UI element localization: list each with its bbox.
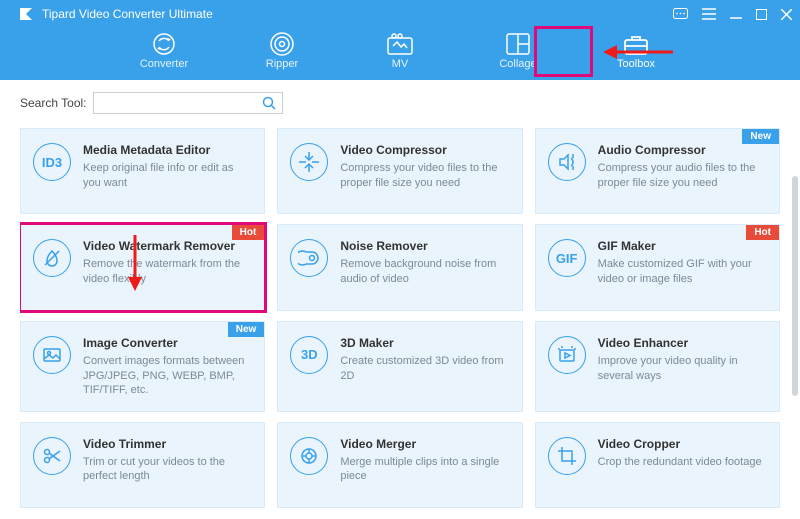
scrollbar[interactable] <box>792 176 798 476</box>
nav-label: Converter <box>140 58 188 70</box>
tools-grid: ID3 Media Metadata Editor Keep original … <box>20 128 780 508</box>
card-noise-remover[interactable]: Noise Remover Remove background noise fr… <box>277 224 522 310</box>
nav-label: Toolbox <box>617 58 655 70</box>
card-desc: Improve your video quality in several wa… <box>598 354 767 384</box>
toolbox-icon <box>623 30 649 58</box>
card-desc: Trim or cut your videos to the perfect l… <box>83 455 252 485</box>
title-bar: Tipard Video Converter Ultimate Converte… <box>0 0 800 80</box>
image-convert-icon <box>33 336 71 374</box>
menu-icon[interactable] <box>702 8 716 21</box>
feedback-icon[interactable] <box>673 8 688 21</box>
card-desc: Make customized GIF with your video or i… <box>598 257 767 287</box>
card-title: Video Enhancer <box>598 336 767 350</box>
collage-icon <box>506 30 530 58</box>
card-desc: Merge multiple clips into a single piece <box>340 455 509 485</box>
card-title: Video Watermark Remover <box>83 239 252 253</box>
card-title: Video Merger <box>340 437 509 451</box>
noise-remove-icon <box>290 239 328 277</box>
card-title: Noise Remover <box>340 239 509 253</box>
card-desc: Crop the redundant video footage <box>598 455 767 470</box>
ripper-icon <box>269 30 295 58</box>
card-video-cropper[interactable]: Video Cropper Crop the redundant video f… <box>535 422 780 508</box>
main-nav: Converter Ripper MV Collage Toolbox <box>0 30 800 70</box>
crop-icon <box>548 437 586 475</box>
minimize-button[interactable] <box>730 8 742 21</box>
card-image-converter[interactable]: New Image Converter Convert images forma… <box>20 321 265 412</box>
gif-icon: GIF <box>548 239 586 277</box>
nav-label: MV <box>392 58 409 70</box>
nav-collage[interactable]: Collage <box>488 30 548 70</box>
card-title: Video Trimmer <box>83 437 252 451</box>
compress-icon <box>290 143 328 181</box>
card-video-watermark-remover[interactable]: Hot Video Watermark Remover Remove the w… <box>20 224 265 310</box>
new-badge: New <box>228 322 265 337</box>
search-label: Search Tool: <box>20 96 87 110</box>
card-title: Audio Compressor <box>598 143 767 157</box>
close-button[interactable] <box>781 8 792 21</box>
card-desc: Convert images formats between JPG/JPEG,… <box>83 354 252 399</box>
maximize-button[interactable] <box>756 8 767 21</box>
enhance-icon <box>548 336 586 374</box>
hot-badge: Hot <box>232 225 265 240</box>
card-video-trimmer[interactable]: Video Trimmer Trim or cut your videos to… <box>20 422 265 508</box>
card-title: GIF Maker <box>598 239 767 253</box>
hot-badge: Hot <box>746 225 779 240</box>
nav-label: Collage <box>499 58 536 70</box>
card-title: 3D Maker <box>340 336 509 350</box>
app-logo <box>18 6 34 22</box>
nav-ripper[interactable]: Ripper <box>252 30 312 70</box>
card-desc: Compress your audio files to the proper … <box>598 161 767 191</box>
body-area: Search Tool: ID3 Media Metadata Editor K… <box>0 80 800 519</box>
card-desc: Compress your video files to the proper … <box>340 161 509 191</box>
converter-icon <box>151 30 177 58</box>
id3-icon: ID3 <box>33 143 71 181</box>
nav-converter[interactable]: Converter <box>134 30 194 70</box>
watermark-remove-icon <box>33 239 71 277</box>
nav-label: Ripper <box>266 58 298 70</box>
new-badge: New <box>742 129 779 144</box>
card-video-compressor[interactable]: Video Compressor Compress your video fil… <box>277 128 522 214</box>
card-gif-maker[interactable]: Hot GIF GIF Maker Make customized GIF wi… <box>535 224 780 310</box>
mv-icon <box>387 30 413 58</box>
nav-toolbox[interactable]: Toolbox <box>606 30 666 70</box>
three-d-icon: 3D <box>290 336 328 374</box>
card-desc: Create customized 3D video from 2D <box>340 354 509 384</box>
card-3d-maker[interactable]: 3D 3D Maker Create customized 3D video f… <box>277 321 522 412</box>
scissors-icon <box>33 437 71 475</box>
card-title: Video Cropper <box>598 437 767 451</box>
card-title: Media Metadata Editor <box>83 143 252 157</box>
search-icon <box>262 96 276 110</box>
merge-icon <box>290 437 328 475</box>
card-title: Video Compressor <box>340 143 509 157</box>
card-title: Image Converter <box>83 336 252 350</box>
scrollbar-thumb[interactable] <box>792 176 798 396</box>
nav-mv[interactable]: MV <box>370 30 430 70</box>
card-video-merger[interactable]: Video Merger Merge multiple clips into a… <box>277 422 522 508</box>
search-input[interactable] <box>93 92 283 114</box>
app-title: Tipard Video Converter Ultimate <box>42 7 213 21</box>
card-video-enhancer[interactable]: Video Enhancer Improve your video qualit… <box>535 321 780 412</box>
card-desc: Keep original file info or edit as you w… <box>83 161 252 191</box>
card-audio-compressor[interactable]: New Audio Compressor Compress your audio… <box>535 128 780 214</box>
card-desc: Remove background noise from audio of vi… <box>340 257 509 287</box>
audio-compress-icon <box>548 143 586 181</box>
card-media-metadata-editor[interactable]: ID3 Media Metadata Editor Keep original … <box>20 128 265 214</box>
card-desc: Remove the watermark from the video flex… <box>83 257 252 287</box>
